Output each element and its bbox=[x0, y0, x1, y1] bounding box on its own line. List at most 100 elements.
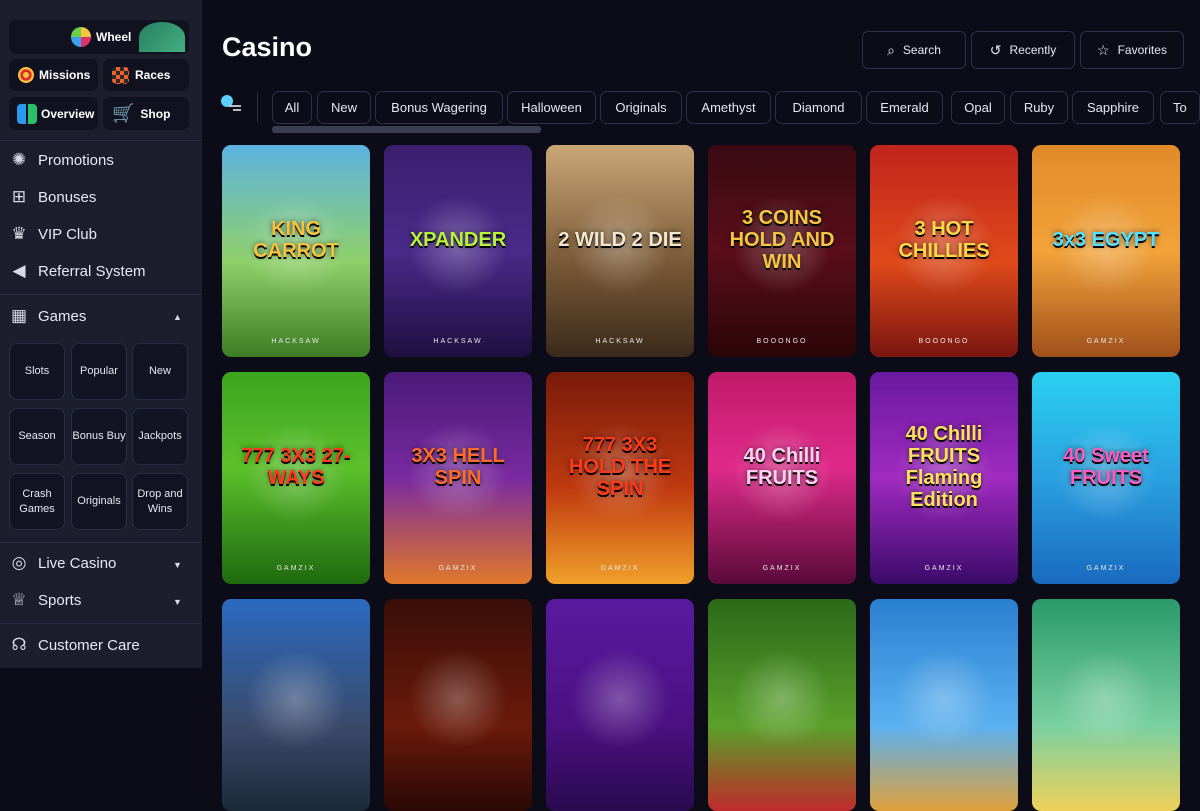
target-icon bbox=[18, 67, 34, 83]
game-card[interactable]: 3 HOT CHILLIES BOOONGO bbox=[870, 145, 1018, 357]
game-provider: BOOONGO bbox=[756, 338, 808, 345]
overview-button[interactable]: Overview bbox=[9, 97, 98, 130]
game-provider: GAMZIX bbox=[276, 565, 316, 572]
live-casino-caret-down-icon[interactable]: ▼ bbox=[173, 560, 182, 570]
game-card[interactable]: KING CARROT HACKSAW bbox=[222, 145, 370, 357]
game-category-tile[interactable]: Crash Games bbox=[9, 473, 65, 530]
game-card[interactable]: 40 Sweet FRUITS GAMZIX bbox=[1032, 372, 1180, 584]
game-card[interactable]: 40 Chilli FRUITS GAMZIX bbox=[708, 372, 856, 584]
search-button[interactable]: ⌕ Search bbox=[862, 31, 966, 69]
game-category-tile[interactable]: Season bbox=[9, 408, 65, 465]
game-category-tile[interactable]: Drop and Wins bbox=[132, 473, 188, 530]
filter-chip[interactable]: Diamond bbox=[775, 91, 862, 124]
sidebar-divider bbox=[0, 140, 202, 141]
wheel-label: Wheel bbox=[96, 30, 132, 44]
filter-chip[interactable]: Originals bbox=[600, 91, 682, 124]
wheel-art-icon bbox=[139, 22, 185, 52]
game-category-tile[interactable]: New bbox=[132, 343, 188, 400]
game-card[interactable]: 3x3 EGYPT GAMZIX bbox=[1032, 145, 1180, 357]
nav-live-casino[interactable]: ◎ Live Casino bbox=[9, 553, 117, 573]
game-provider: GAMZIX bbox=[924, 565, 964, 572]
game-category-tile[interactable]: Originals bbox=[71, 473, 127, 530]
nav-referral-system[interactable]: ◀ Referral System bbox=[9, 261, 146, 281]
game-provider: BOOONGO bbox=[918, 338, 970, 345]
game-art bbox=[246, 649, 346, 749]
favorites-button[interactable]: ☆ Favorites bbox=[1080, 31, 1184, 69]
nav-promotions-label: Promotions bbox=[38, 151, 114, 169]
shop-button[interactable]: 🛒 Shop bbox=[103, 97, 189, 130]
game-card[interactable] bbox=[708, 599, 856, 811]
recently-button[interactable]: ↺ Recently bbox=[971, 31, 1075, 69]
sidebar-divider bbox=[0, 623, 202, 624]
game-card[interactable]: 777 3X3 27-WAYS GAMZIX bbox=[222, 372, 370, 584]
game-provider: GAMZIX bbox=[438, 565, 478, 572]
favorites-label: Favorites bbox=[1117, 43, 1167, 57]
game-category-tile[interactable]: Jackpots bbox=[132, 408, 188, 465]
game-title: 40 Chilli FRUITS Flaming Edition bbox=[905, 423, 983, 512]
nav-vip-club[interactable]: ♛ VIP Club bbox=[9, 224, 97, 244]
nav-sports[interactable]: ♕ Sports bbox=[9, 590, 81, 610]
game-title: 3 COINS HOLD AND WIN bbox=[729, 207, 835, 274]
game-provider: GAMZIX bbox=[1086, 565, 1126, 572]
shop-label: Shop bbox=[140, 106, 171, 121]
game-card[interactable] bbox=[1032, 599, 1180, 811]
game-category-tile[interactable]: Popular bbox=[71, 343, 127, 400]
sports-caret-down-icon[interactable]: ▼ bbox=[173, 597, 182, 607]
filter-chip[interactable]: Halloween bbox=[507, 91, 596, 124]
filter-chip[interactable]: Emerald bbox=[866, 91, 943, 124]
game-card[interactable]: 2 WILD 2 DIE HACKSAW bbox=[546, 145, 694, 357]
game-card[interactable] bbox=[384, 599, 532, 811]
game-card[interactable]: XPANDER HACKSAW bbox=[384, 145, 532, 357]
sidebar-divider bbox=[0, 542, 202, 543]
trophy-icon: ♕ bbox=[11, 590, 27, 609]
filter-chip[interactable]: Amethyst bbox=[686, 91, 771, 124]
game-card[interactable] bbox=[546, 599, 694, 811]
filter-chip[interactable]: New bbox=[317, 91, 371, 124]
game-category-tile[interactable]: Bonus Buy bbox=[71, 408, 127, 465]
game-art bbox=[1056, 649, 1156, 749]
game-title: 3 HOT CHILLIES bbox=[898, 218, 990, 263]
nav-referral-label: Referral System bbox=[38, 262, 146, 280]
nav-games[interactable]: ▦ Games bbox=[9, 306, 86, 326]
filter-scrollbar[interactable] bbox=[272, 126, 541, 133]
sidebar-divider bbox=[0, 294, 202, 295]
game-card[interactable]: 3 COINS HOLD AND WIN BOOONGO bbox=[708, 145, 856, 357]
megaphone-icon: ◀ bbox=[12, 261, 26, 280]
game-art bbox=[408, 649, 508, 749]
nav-bonuses[interactable]: ⊞ Bonuses bbox=[9, 187, 97, 207]
filter-chip[interactable]: Sapphire bbox=[1072, 91, 1154, 124]
recently-label: Recently bbox=[1009, 43, 1057, 57]
game-category-tile[interactable]: Slots bbox=[9, 343, 65, 400]
filter-toggle-icon[interactable] bbox=[220, 94, 242, 114]
game-provider: GAMZIX bbox=[762, 565, 802, 572]
page-title: Casino bbox=[222, 32, 313, 62]
game-title: 2 WILD 2 DIE bbox=[558, 229, 682, 252]
games-caret-up-icon[interactable]: ▲ bbox=[173, 312, 182, 322]
main-content: Casino ⌕ Search ↺ Recently ☆ Favorites All N… bbox=[202, 0, 1200, 811]
sidebar: Wheel Missions Races Overview 🛒 Shop ✺ Pr… bbox=[0, 0, 202, 668]
filter-chip[interactable]: To bbox=[1160, 91, 1200, 124]
game-card[interactable] bbox=[870, 599, 1018, 811]
game-art bbox=[732, 649, 832, 749]
filter-chip[interactable]: All bbox=[272, 91, 312, 124]
nav-promotions[interactable]: ✺ Promotions bbox=[9, 150, 114, 170]
nav-bonuses-label: Bonuses bbox=[38, 188, 97, 206]
nav-live-casino-label: Live Casino bbox=[38, 554, 117, 572]
game-card[interactable]: 777 3X3 HOLD THE SPIN GAMZIX bbox=[546, 372, 694, 584]
game-card[interactable]: 3X3 HELL SPIN GAMZIX bbox=[384, 372, 532, 584]
game-card[interactable]: 40 Chilli FRUITS Flaming Edition GAMZIX bbox=[870, 372, 1018, 584]
races-button[interactable]: Races bbox=[103, 59, 189, 91]
game-card[interactable] bbox=[222, 599, 370, 811]
game-provider: HACKSAW bbox=[595, 338, 645, 345]
nav-customer-care-label: Customer Care bbox=[38, 636, 140, 654]
cart-icon: 🛒 bbox=[112, 103, 135, 123]
nav-customer-care[interactable]: ☊ Customer Care bbox=[9, 635, 140, 655]
crown-icon: ♛ bbox=[11, 224, 27, 243]
filter-chip[interactable]: Opal bbox=[951, 91, 1005, 124]
wheel-button[interactable]: Wheel bbox=[9, 20, 189, 54]
missions-button[interactable]: Missions bbox=[9, 59, 98, 91]
filter-chip[interactable]: Bonus Wagering bbox=[375, 91, 503, 124]
game-title: XPANDER bbox=[409, 229, 507, 252]
nav-games-label: Games bbox=[38, 307, 87, 325]
filter-chip[interactable]: Ruby bbox=[1010, 91, 1068, 124]
